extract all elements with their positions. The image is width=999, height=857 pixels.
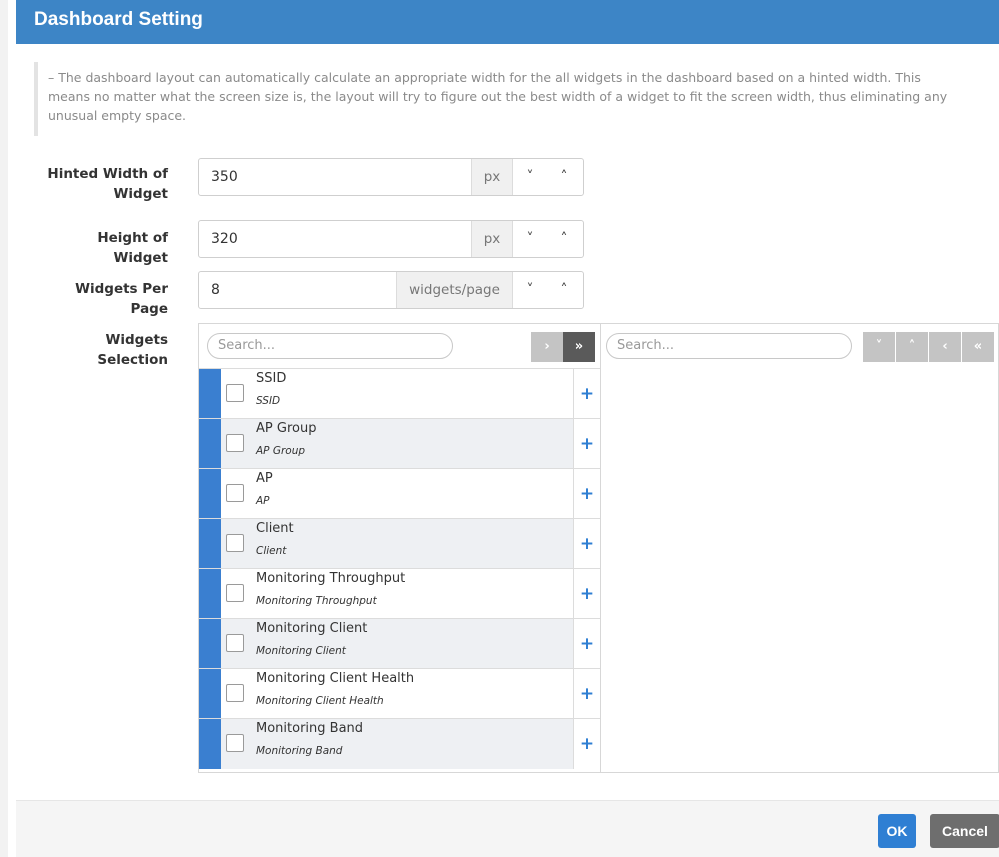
chevron-up-icon[interactable]: ˄ [547, 272, 581, 308]
list-item-body: Monitoring Throughput Monitoring Through… [221, 569, 573, 619]
ok-button[interactable]: OK [878, 814, 916, 848]
list-item-checkbox[interactable] [226, 734, 244, 752]
list-item-checkbox[interactable] [226, 484, 244, 502]
list-item[interactable]: AP AP + [199, 468, 600, 519]
height-input[interactable]: 320 [211, 221, 471, 257]
hinted-width-label: Hinted Width of Widget [40, 164, 168, 204]
list-item[interactable]: Client Client + [199, 518, 600, 569]
dashboard-setting-dialog: Dashboard Setting – The dashboard layout… [0, 0, 999, 857]
list-item[interactable]: SSID SSID + [199, 368, 600, 419]
list-item-checkbox[interactable] [226, 384, 244, 402]
list-item-name: Monitoring Client Health [256, 671, 415, 686]
add-icon[interactable]: + [573, 469, 600, 519]
list-item-accent [199, 719, 221, 769]
list-item-body: SSID SSID [221, 369, 573, 419]
chevron-down-icon[interactable]: ˅ [513, 159, 547, 195]
dialog-footer: OK Cancel [16, 800, 999, 857]
list-item[interactable]: Monitoring Client Health Monitoring Clie… [199, 668, 600, 719]
add-icon[interactable]: + [573, 719, 600, 769]
list-item-subtitle: Monitoring Client Health [256, 695, 384, 707]
move-one-left-button[interactable]: ‹ [929, 332, 961, 362]
list-item-name: Monitoring Throughput [256, 571, 406, 586]
per-page-input[interactable]: 8 [211, 272, 391, 308]
list-item-body: AP Group AP Group [221, 419, 573, 469]
move-one-right-button[interactable]: › [531, 332, 563, 362]
list-item[interactable]: Monitoring Band Monitoring Band + [199, 718, 600, 769]
add-icon[interactable]: + [573, 419, 600, 469]
list-item-name: AP [256, 471, 273, 486]
widgets-selection-label: Widgets Selection [97, 332, 168, 368]
available-search-input[interactable]: Search... [207, 333, 453, 359]
chevron-up-icon[interactable]: ˄ [547, 221, 581, 257]
per-page-label: Widgets Per Page [75, 281, 168, 317]
add-icon[interactable]: + [573, 619, 600, 669]
list-item-name: AP Group [256, 421, 317, 436]
dialog-title-bar: Dashboard Setting [16, 0, 999, 44]
list-item-checkbox[interactable] [226, 434, 244, 452]
list-item-checkbox[interactable] [226, 534, 244, 552]
list-item[interactable]: Monitoring Client Monitoring Client + [199, 618, 600, 669]
move-down-button[interactable]: ˅ [863, 332, 895, 362]
hinted-width-field: 350 px ˅ ˄ [198, 158, 584, 196]
move-all-left-button[interactable]: « [962, 332, 994, 362]
height-label: Height of Widget [97, 230, 168, 266]
list-item-body: Monitoring Client Health Monitoring Clie… [221, 669, 573, 719]
list-item-subtitle: AP [256, 495, 270, 507]
dialog-description: – The dashboard layout can automatically… [34, 62, 964, 136]
list-item-accent [199, 569, 221, 619]
list-item[interactable]: Monitoring Throughput Monitoring Through… [199, 568, 600, 619]
list-item-accent [199, 519, 221, 569]
move-up-button[interactable]: ˄ [896, 332, 928, 362]
list-item-body: Client Client [221, 519, 573, 569]
list-item-checkbox[interactable] [226, 584, 244, 602]
list-item-checkbox[interactable] [226, 634, 244, 652]
list-item-subtitle: AP Group [256, 445, 306, 457]
add-icon[interactable]: + [573, 669, 600, 719]
height-unit: px [471, 221, 513, 257]
add-icon[interactable]: + [573, 369, 600, 419]
list-item-body: Monitoring Client Monitoring Client [221, 619, 573, 669]
per-page-unit: widgets/page [396, 272, 513, 308]
add-icon[interactable]: + [573, 569, 600, 619]
list-item-body: AP AP [221, 469, 573, 519]
hinted-width-label-line2: Widget [113, 186, 168, 202]
list-item-subtitle: Monitoring Band [256, 745, 343, 757]
selected-search-input[interactable]: Search... [606, 333, 852, 359]
available-widgets-list: SSID SSID + AP Group AP Group + AP AP + … [199, 368, 600, 772]
list-item-accent [199, 619, 221, 669]
list-item-accent [199, 469, 221, 519]
list-item-name: SSID [256, 371, 287, 386]
list-item[interactable]: AP Group AP Group + [199, 418, 600, 469]
hinted-width-unit: px [471, 159, 513, 195]
selected-widgets-list [601, 368, 998, 772]
list-item-checkbox[interactable] [226, 684, 244, 702]
list-item-name: Monitoring Client [256, 621, 368, 636]
chevron-up-icon[interactable]: ˄ [547, 159, 581, 195]
move-all-right-button[interactable]: » [563, 332, 595, 362]
widgets-selection-box: Search... › » Search... ˅ ˄ ‹ « SSID SSI… [198, 323, 999, 773]
list-item-name: Monitoring Band [256, 721, 364, 736]
list-item-subtitle: SSID [256, 395, 281, 407]
chevron-down-icon[interactable]: ˅ [513, 272, 547, 308]
list-item-accent [199, 669, 221, 719]
list-item-name: Client [256, 521, 294, 536]
list-item-subtitle: Monitoring Throughput [256, 595, 377, 607]
height-field: 320 px ˅ ˄ [198, 220, 584, 258]
list-item-accent [199, 369, 221, 419]
list-item-subtitle: Monitoring Client [256, 645, 346, 657]
dialog-title: Dashboard Setting [34, 9, 203, 30]
per-page-field: 8 widgets/page ˅ ˄ [198, 271, 584, 309]
cancel-button[interactable]: Cancel [930, 814, 999, 848]
chevron-down-icon[interactable]: ˅ [513, 221, 547, 257]
list-item-accent [199, 419, 221, 469]
list-item-subtitle: Client [256, 545, 287, 557]
add-icon[interactable]: + [573, 519, 600, 569]
hinted-width-label-line1: Hinted Width of [47, 166, 168, 182]
list-item-body: Monitoring Band Monitoring Band [221, 719, 573, 769]
hinted-width-input[interactable]: 350 [211, 159, 471, 195]
